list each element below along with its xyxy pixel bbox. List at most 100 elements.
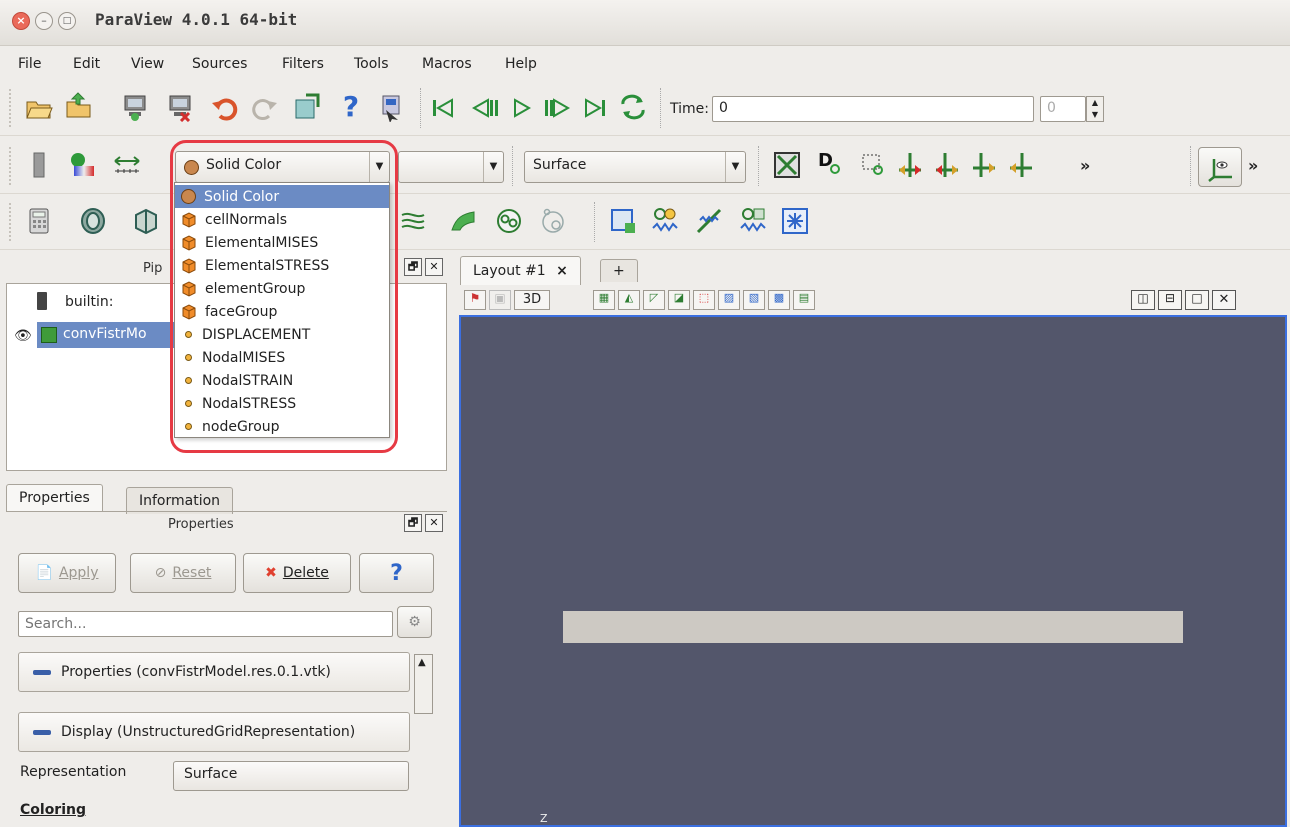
close-panel-button[interactable]: ✕ — [425, 514, 443, 532]
delete-button[interactable]: ✖ Delete — [243, 553, 351, 593]
menu-sources[interactable]: Sources — [192, 56, 247, 72]
color-legend-icon[interactable] — [22, 148, 56, 182]
group-datasets-icon[interactable] — [492, 204, 526, 238]
float-panel-button[interactable]: 🗗 — [404, 514, 422, 532]
properties-search-input[interactable] — [18, 611, 393, 637]
camera-link-icon[interactable]: ⚑ — [464, 290, 486, 310]
list-item-solid-color[interactable]: Solid Color — [175, 185, 389, 208]
float-panel-button[interactable]: 🗗 — [404, 258, 422, 276]
tab-layout-1[interactable]: Layout #1 × — [460, 256, 581, 285]
add-layout-tab[interactable]: + — [600, 259, 638, 282]
gear-icon[interactable]: ⚙ — [397, 606, 432, 638]
select-frustum-icon[interactable]: ◸ — [643, 290, 665, 310]
glyph-icon[interactable] — [778, 204, 812, 238]
representation-combo[interactable]: Surface ▼ — [524, 151, 746, 183]
eye-icon[interactable]: 👁 — [14, 328, 32, 344]
split-vertical-icon[interactable]: ⊟ — [1158, 290, 1182, 310]
find-data-icon[interactable]: ▤ — [793, 290, 815, 310]
list-item-elementalmises[interactable]: ElementalMISES — [175, 231, 389, 254]
stream-tracer-icon[interactable] — [396, 204, 430, 238]
plot-data-over-time-icon[interactable] — [736, 204, 770, 238]
menu-view[interactable]: View — [131, 56, 164, 72]
last-frame-icon[interactable] — [578, 91, 612, 125]
menu-tools[interactable]: Tools — [354, 56, 389, 72]
help-button[interactable]: ? — [359, 553, 434, 593]
disconnect-icon[interactable] — [163, 90, 197, 124]
list-item-nodegroup[interactable]: nodeGroup — [175, 415, 389, 438]
orientation-axes-button[interactable] — [1198, 147, 1242, 187]
color-by-dropdown-list[interactable]: Solid Color cellNormals ElementalMISES E… — [174, 182, 390, 438]
list-item-nodalstress[interactable]: NodalSTRESS — [175, 392, 389, 415]
tab-properties[interactable]: Properties — [6, 484, 103, 511]
apply-button[interactable]: 📄 Apply — [18, 553, 116, 593]
pipeline-item-builtin[interactable]: builtin: — [65, 294, 114, 310]
first-frame-icon[interactable] — [426, 91, 460, 125]
color-by-combo[interactable]: Solid Color ▼ — [175, 151, 390, 183]
toolbar-grip[interactable] — [8, 202, 12, 242]
view-minus-y-icon[interactable] — [1004, 148, 1038, 182]
component-combo[interactable]: ▼ — [398, 151, 504, 183]
scroll-up-icon[interactable]: ▲ — [418, 657, 426, 668]
loop-icon[interactable] — [616, 90, 650, 124]
reset-button[interactable]: ⊘ Reset — [130, 553, 236, 593]
list-item-elementalstress[interactable]: ElementalSTRESS — [175, 254, 389, 277]
menu-file[interactable]: File — [18, 56, 41, 72]
connect-icon[interactable] — [118, 90, 152, 124]
select-cells-icon[interactable]: ▦ — [593, 290, 615, 310]
close-window-button[interactable]: × — [12, 12, 30, 30]
load-state-icon[interactable] — [62, 89, 96, 123]
plot-selection-over-time-icon[interactable] — [648, 204, 682, 238]
zoom-to-box-icon[interactable] — [856, 148, 890, 182]
plot-over-line-icon[interactable] — [692, 204, 726, 238]
previous-frame-icon[interactable] — [468, 91, 502, 125]
toolbar-overflow-button-2[interactable]: » — [1248, 156, 1258, 175]
list-item-nodalstrain[interactable]: NodalSTRAIN — [175, 369, 389, 392]
menu-filters[interactable]: Filters — [282, 56, 324, 72]
toolbar-grip[interactable] — [8, 88, 12, 128]
grow-selection-icon[interactable]: ▨ — [718, 290, 740, 310]
select-blocks-icon[interactable]: ◪ — [668, 290, 690, 310]
maximize-window-button[interactable]: □ — [58, 12, 76, 30]
whats-this-icon[interactable] — [374, 90, 408, 124]
extract-level-icon[interactable] — [536, 204, 570, 238]
close-view-icon[interactable]: ✕ — [1212, 290, 1236, 310]
calculator-icon[interactable] — [22, 204, 56, 238]
toolbar-grip[interactable] — [8, 146, 12, 186]
camera-undo-icon[interactable] — [290, 90, 324, 124]
minimize-window-button[interactable]: – — [35, 12, 53, 30]
warp-icon[interactable] — [446, 204, 480, 238]
pipeline-item-selected[interactable]: convFistrMo — [37, 322, 197, 348]
help-icon[interactable]: ? — [334, 88, 368, 122]
play-icon[interactable] — [505, 91, 539, 125]
capture-icon[interactable]: ▣ — [489, 290, 511, 310]
toggle-3d-button[interactable]: 3D — [514, 290, 550, 310]
close-panel-button[interactable]: ✕ — [425, 258, 443, 276]
redo-icon[interactable] — [247, 91, 281, 125]
interactive-select-icon[interactable]: ⬚ — [693, 290, 715, 310]
time-step-spinner[interactable]: ▲ ▼ — [1086, 96, 1104, 122]
render-view[interactable] — [459, 315, 1287, 827]
clear-selection-icon[interactable]: ▩ — [768, 290, 790, 310]
list-item-cellnormals[interactable]: cellNormals — [175, 208, 389, 231]
shrink-selection-icon[interactable]: ▧ — [743, 290, 765, 310]
split-horizontal-icon[interactable]: ◫ — [1131, 290, 1155, 310]
list-item-displacement[interactable]: DISPLACEMENT — [175, 323, 389, 346]
time-step-input[interactable]: 0 — [1040, 96, 1086, 122]
list-item-nodalmises[interactable]: NodalMISES — [175, 346, 389, 369]
rescale-range-icon[interactable] — [110, 148, 144, 182]
next-frame-icon[interactable] — [540, 91, 574, 125]
extract-selection-icon[interactable] — [606, 204, 640, 238]
list-item-elementgroup[interactable]: elementGroup — [175, 277, 389, 300]
time-input[interactable]: 0 — [712, 96, 1034, 122]
properties-section-header[interactable]: Properties (convFistrModel.res.0.1.vtk) — [18, 652, 410, 692]
contour-icon[interactable] — [76, 204, 110, 238]
clip-icon[interactable] — [128, 204, 162, 238]
view-plus-y-icon[interactable] — [967, 148, 1001, 182]
properties-scrollbar[interactable]: ▲ — [414, 654, 433, 714]
zoom-to-data-icon[interactable]: D — [812, 146, 846, 180]
menu-edit[interactable]: Edit — [73, 56, 100, 72]
select-points-icon[interactable]: ◭ — [618, 290, 640, 310]
menu-macros[interactable]: Macros — [422, 56, 472, 72]
reset-camera-icon[interactable] — [770, 148, 804, 182]
tab-information[interactable]: Information — [126, 487, 234, 514]
